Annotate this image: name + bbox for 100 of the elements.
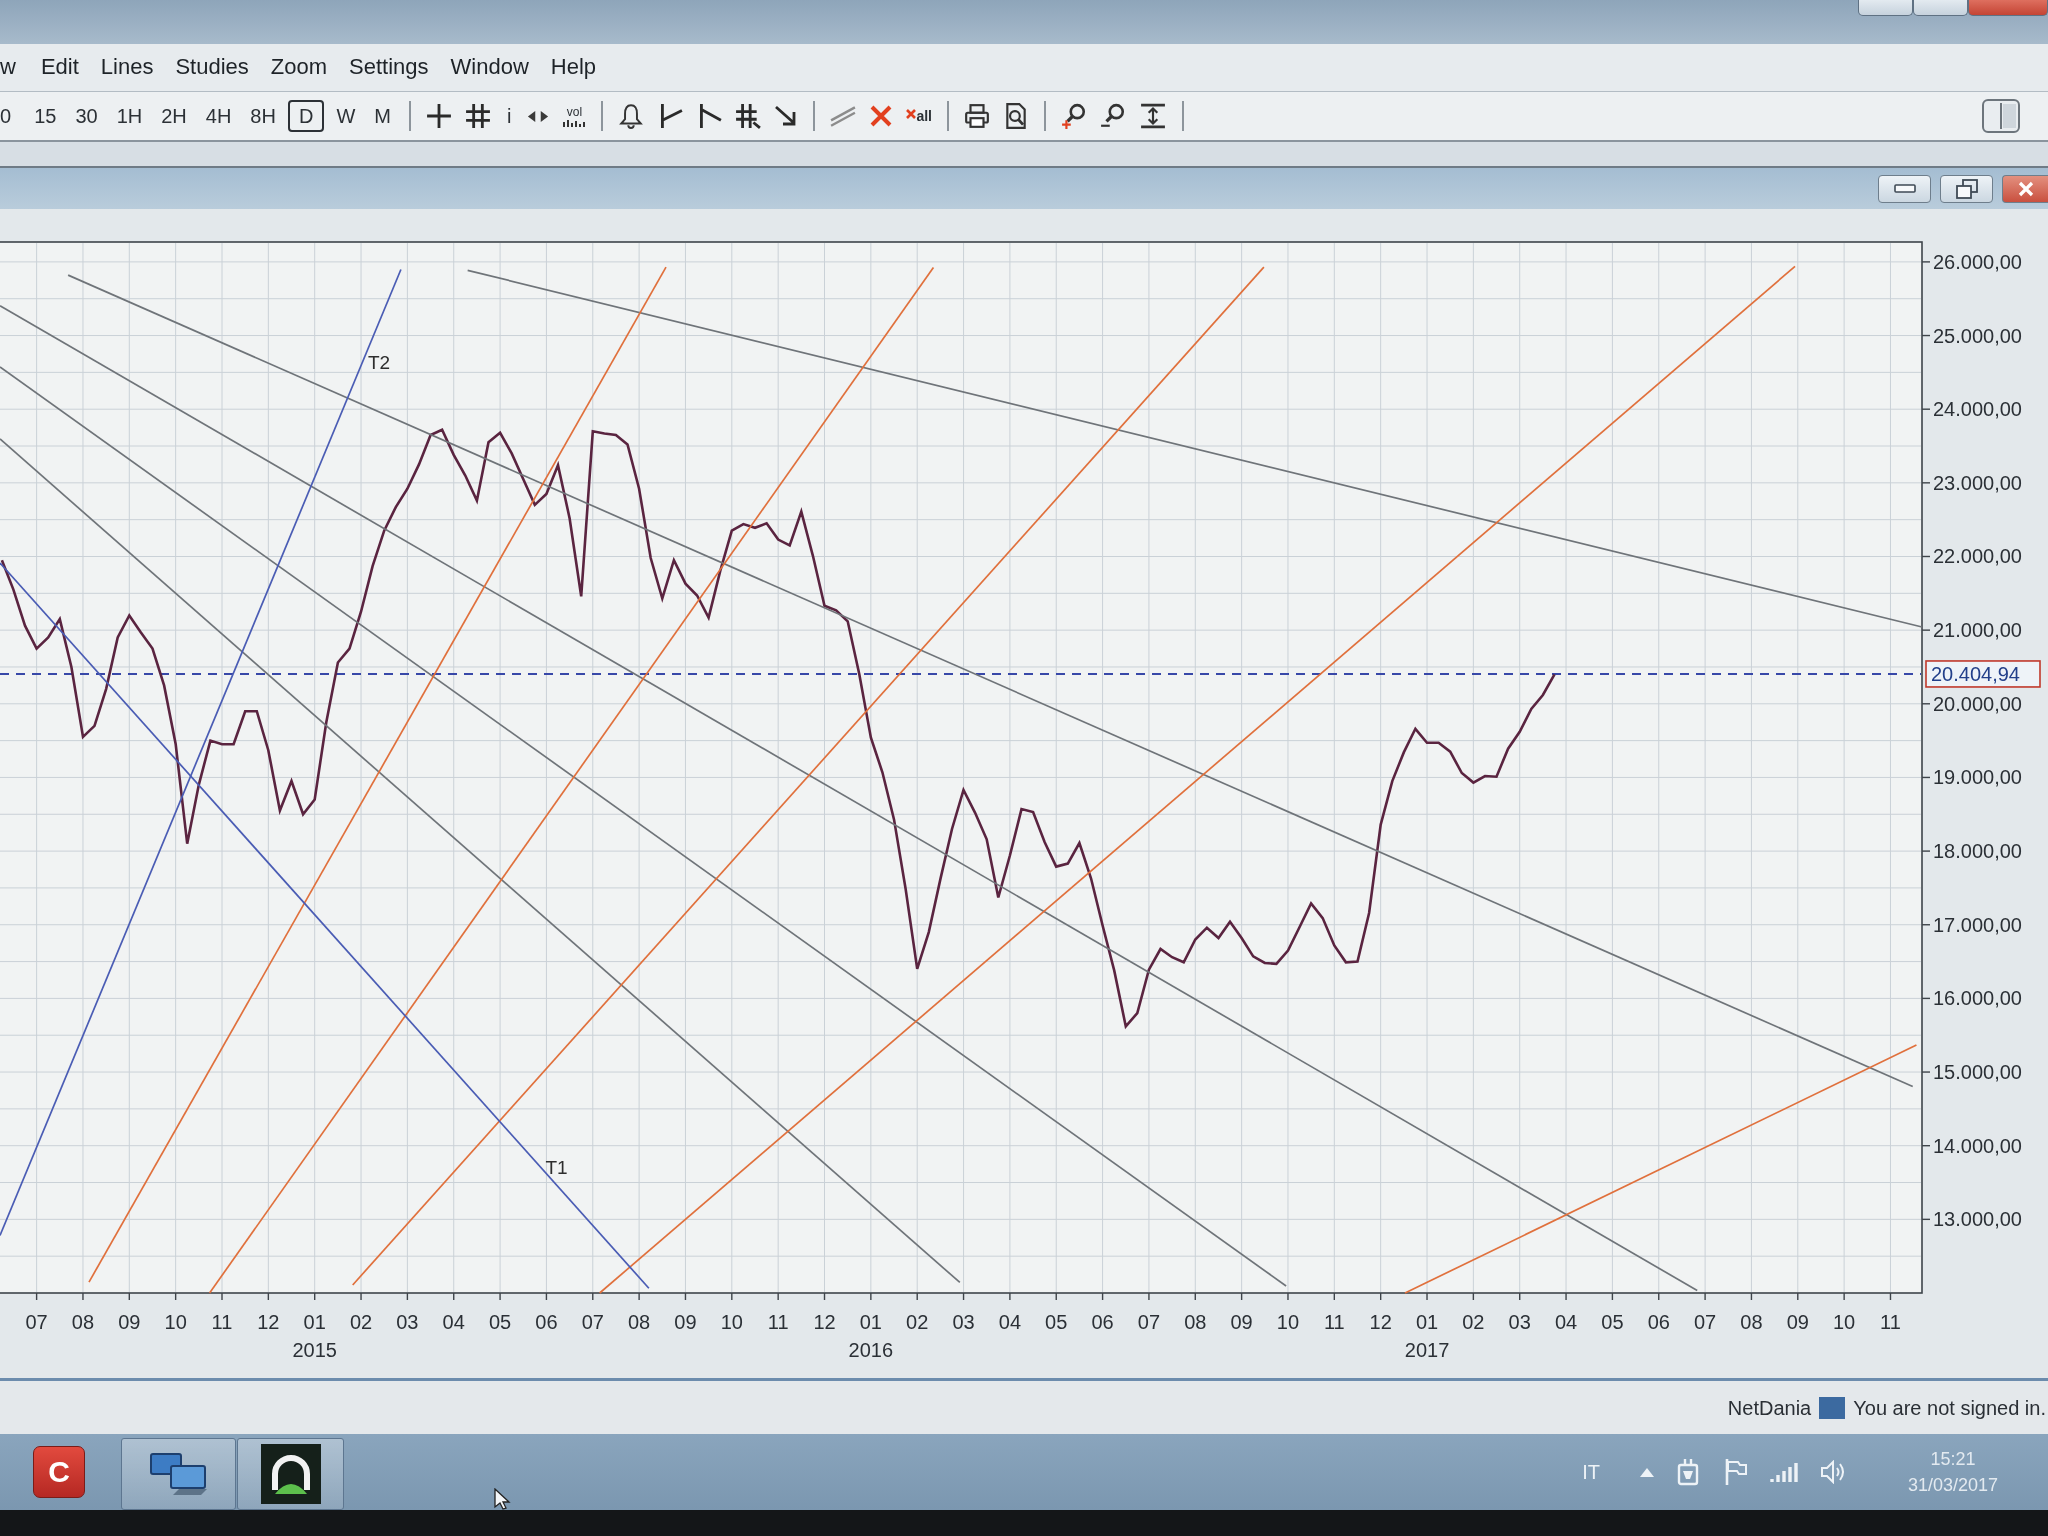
y-axis-label: 22.000,00 xyxy=(1933,545,2022,568)
signal-bars-icon[interactable] xyxy=(1769,1462,1798,1482)
x-axis-label: 11 xyxy=(767,1311,789,1333)
period-button[interactable]: 4H xyxy=(198,101,239,131)
x-axis-label: 12 xyxy=(1369,1311,1392,1333)
status-message: You are not signed in. xyxy=(1853,1395,2046,1421)
period-button[interactable]: M xyxy=(367,101,398,131)
x-axis-label: 12 xyxy=(257,1311,280,1333)
caret-up-icon[interactable] xyxy=(1639,1467,1654,1477)
status-square-icon xyxy=(1819,1396,1846,1419)
fit-height-icon[interactable] xyxy=(1139,103,1167,129)
x-axis-label: 03 xyxy=(396,1311,419,1333)
close-icon xyxy=(2017,180,2034,197)
parallel-lines-icon[interactable] xyxy=(830,105,857,127)
x-axis-label: 09 xyxy=(1786,1311,1809,1333)
bars-icon xyxy=(562,118,587,127)
restore-button[interactable] xyxy=(1940,174,1993,203)
y-axis-label: 16.000,00 xyxy=(1933,987,2022,1010)
minimize-icon xyxy=(1893,184,1916,193)
split-panel-icon[interactable] xyxy=(1982,99,2020,133)
app-button[interactable]: C xyxy=(33,1446,85,1498)
period-button[interactable]: W xyxy=(329,101,363,131)
x-axis-label: 08 xyxy=(71,1311,95,1333)
period-button[interactable]: 0 xyxy=(0,101,23,131)
info-button[interactable]: i xyxy=(499,101,519,131)
speaker-icon[interactable] xyxy=(1819,1460,1846,1484)
menu-item[interactable]: Help xyxy=(541,54,606,81)
y-axis-label: 15.000,00 xyxy=(1933,1061,2022,1084)
x-axis-label: 05 xyxy=(488,1311,512,1333)
y-axis-label: 13.000,00 xyxy=(1933,1208,2022,1231)
cross-mark-icon[interactable] xyxy=(869,104,894,128)
computers-icon xyxy=(148,1452,209,1496)
arch-logo-icon xyxy=(260,1444,321,1504)
menu-item[interactable]: Studies xyxy=(166,54,258,81)
menu-item[interactable]: Settings xyxy=(340,54,438,81)
menu-item[interactable]: Edit xyxy=(31,54,88,81)
restore-icon xyxy=(1955,178,1978,199)
x-axis-label: 09 xyxy=(674,1311,697,1333)
y-axis-label: 17.000,00 xyxy=(1933,913,2022,936)
x-axis-label: 08 xyxy=(1184,1311,1207,1333)
delete-all-button[interactable]: all xyxy=(906,109,932,123)
maximize-button[interactable] xyxy=(1913,0,1968,16)
x-axis-label: 01 xyxy=(859,1311,882,1333)
zoom-out-icon[interactable] xyxy=(1100,103,1126,129)
x-axis-label: 10 xyxy=(1833,1311,1856,1333)
x-axis-label: 11 xyxy=(1323,1311,1345,1333)
x-axis-label: 10 xyxy=(164,1311,187,1333)
minimize-button[interactable] xyxy=(1878,174,1931,203)
menu-item[interactable]: w xyxy=(0,54,28,81)
x-axis-label: 07 xyxy=(1693,1311,1717,1333)
x-axis-label: 02 xyxy=(906,1311,929,1333)
zoom-in-icon[interactable] xyxy=(1061,103,1087,129)
hash-grid-icon[interactable] xyxy=(464,103,491,129)
x-axis-label: 06 xyxy=(1647,1311,1670,1333)
line-label: T2 xyxy=(368,352,391,374)
crosshair-icon[interactable] xyxy=(425,103,452,129)
x-axis-label: 04 xyxy=(1554,1311,1578,1333)
hash-lines-icon[interactable] xyxy=(735,103,762,129)
menu-item[interactable]: Lines xyxy=(91,54,163,81)
x-axis-label: 09 xyxy=(118,1311,141,1333)
year-label: 2017 xyxy=(1404,1339,1450,1361)
minimize-button[interactable] xyxy=(1858,0,1913,16)
x-axis-label: 05 xyxy=(1045,1311,1068,1333)
left-right-arrows-icon[interactable] xyxy=(527,110,550,122)
y-axis-label: 24.000,00 xyxy=(1933,398,2022,421)
y-axis-label: 23.000,00 xyxy=(1933,471,2022,494)
x-axis-label: 04 xyxy=(442,1311,465,1333)
close-button[interactable] xyxy=(2002,174,2048,203)
menu-item[interactable]: Window xyxy=(441,54,538,81)
x-axis-label: 07 xyxy=(1137,1311,1161,1333)
period-button[interactable]: 15 xyxy=(27,101,64,131)
x-axis-label: 03 xyxy=(952,1311,975,1333)
y-axis-label: 19.000,00 xyxy=(1933,766,2022,789)
x-axis-label: 03 xyxy=(1508,1311,1531,1333)
x-axis-label: 08 xyxy=(1740,1311,1763,1333)
x-axis-label: 09 xyxy=(1230,1311,1253,1333)
volume-button[interactable]: vol xyxy=(562,105,587,127)
y-axis-label: 18.000,00 xyxy=(1933,840,2022,863)
x-axis-label: 11 xyxy=(211,1311,233,1333)
x-axis-label: 10 xyxy=(1276,1311,1300,1333)
period-button[interactable]: 8H xyxy=(243,101,283,131)
trend-line[interactable] xyxy=(0,562,650,1290)
taskbar-button[interactable] xyxy=(237,1438,344,1510)
year-label: 2015 xyxy=(292,1339,337,1361)
period-button[interactable]: 30 xyxy=(68,101,105,131)
flag-icon[interactable] xyxy=(1723,1459,1748,1485)
brand-label: NetDania xyxy=(1727,1395,1812,1421)
price-level-line[interactable] xyxy=(0,672,1922,675)
menu-item[interactable]: Zoom xyxy=(261,54,337,81)
bell-icon[interactable] xyxy=(618,103,645,129)
period-button[interactable]: D xyxy=(287,100,325,132)
print-preview-icon[interactable] xyxy=(1003,103,1029,129)
x-axis-label: 01 xyxy=(303,1311,326,1333)
x-axis-label: 11 xyxy=(1880,1311,1901,1333)
x-axis-label: 12 xyxy=(813,1311,836,1333)
period-button[interactable]: 1H xyxy=(109,101,150,131)
trend-line[interactable] xyxy=(0,268,402,1237)
price-label: 20.404,94 xyxy=(1925,660,2041,688)
period-button[interactable]: 2H xyxy=(154,101,194,131)
printer-icon[interactable] xyxy=(964,103,990,129)
